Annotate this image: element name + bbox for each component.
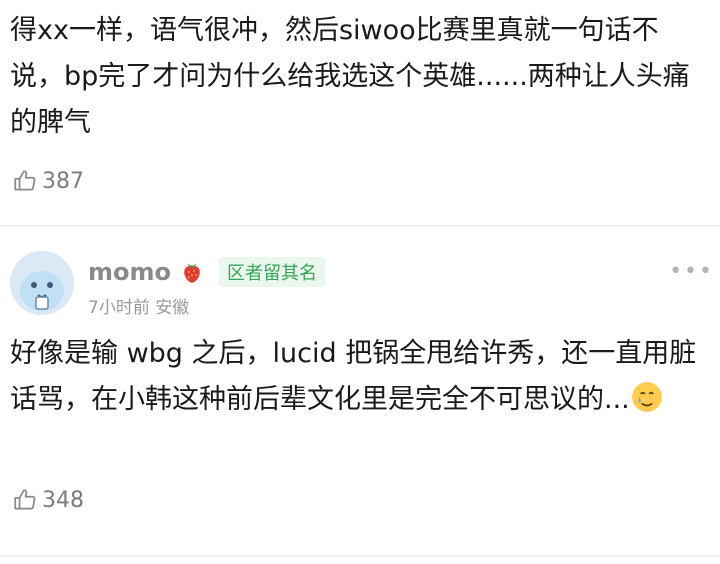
comment-item: momo 区者留其名 7小时前 安徽 ••• 好像是输 wbg 之后，lucid…: [0, 245, 720, 545]
author-row: momo 区者留其名: [88, 257, 325, 287]
comment-meta: 7小时前 安徽: [88, 298, 190, 318]
avatar[interactable]: [10, 251, 74, 315]
comment-text-main: 好像是输 wbg 之后，lucid 把锅全甩给许秀，还一直用脏话骂，在小韩这种前…: [10, 338, 697, 415]
more-options-icon[interactable]: •••: [669, 259, 714, 284]
comment-feed: 得xx一样，语气很冲，然后siwoo比赛里真就一句话不说，bp完了才问为什么给我…: [0, 0, 720, 564]
thumbs-up-icon: [14, 489, 36, 510]
like-count: 387: [42, 168, 84, 194]
comment-text: 得xx一样，语气很冲，然后siwoo比赛里真就一句话不说，bp完了才问为什么给我…: [10, 15, 690, 138]
thumbs-up-icon: [14, 170, 36, 191]
user-badge: 区者留其名: [219, 257, 325, 287]
like-button[interactable]: 387: [0, 168, 84, 194]
strawberry-icon: [184, 263, 200, 283]
like-button[interactable]: 348: [0, 487, 84, 513]
author-name[interactable]: momo: [88, 258, 171, 286]
comment-item: 得xx一样，语气很冲，然后siwoo比赛里真就一句话不说，bp完了才问为什么给我…: [0, 8, 720, 194]
like-count: 348: [42, 487, 84, 513]
comment-text: 好像是输 wbg 之后，lucid 把锅全甩给许秀，还一直用脏话骂，在小韩这种前…: [0, 331, 720, 423]
divider: [0, 555, 720, 557]
divider: [0, 225, 720, 227]
crying-smile-emoji: [631, 382, 662, 412]
